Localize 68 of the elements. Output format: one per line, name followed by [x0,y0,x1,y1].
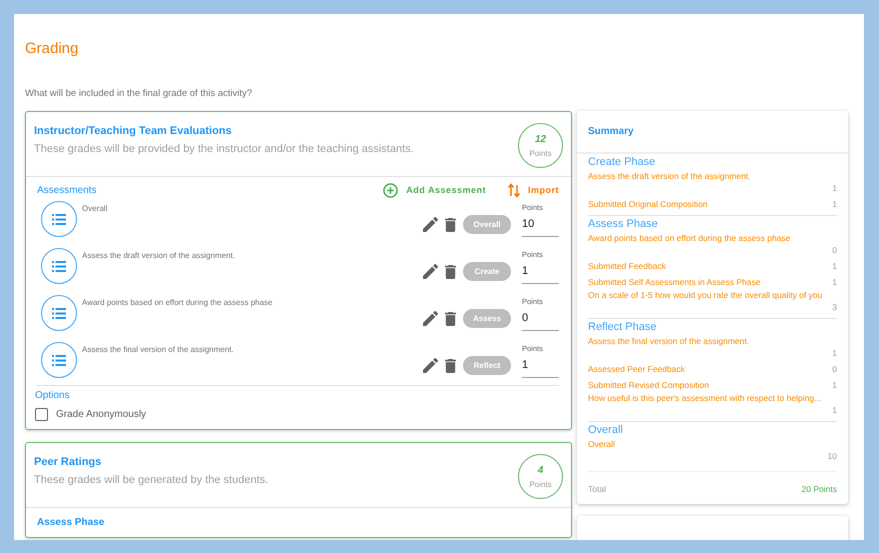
trash-icon[interactable] [445,264,456,278]
phase-chip[interactable]: Overall [463,215,511,234]
summary-title: Summary [588,126,635,137]
summary-item: Overall [588,439,616,449]
list-icon [52,308,66,318]
summary-item: Assessed Peer Feedback [588,364,685,374]
total-value: 20 Points [802,484,837,494]
points-label: Points [529,480,552,488]
section-description: These grades will be provided by the instructor and/or the teaching assistants. [34,143,415,155]
summary-value: 3 [831,302,837,312]
summary-item: Assess the final version of the assignment. [588,336,750,346]
summary-value: 1 [831,183,837,193]
trash-icon[interactable] [445,358,456,372]
summary-value: 1 [832,261,837,271]
summary-item: Submitted Original Composition [588,199,708,209]
assessment-description: Award points based on effort during the assess phase [81,297,274,307]
options-heading: Options [35,390,70,401]
summary-item: Award points based on effort during the assess phase [588,233,792,243]
question-text: What will be included in the final grade of this activity? [25,88,254,99]
summary-value: 1 [832,380,837,390]
summary-item: Assess the draft version of the assignment. [588,171,752,181]
add-circle-icon[interactable] [383,182,398,198]
phase-title: Overall [588,424,624,436]
assessment-description: Assess the draft version of the assignment. [81,250,236,260]
summary-value: 1 [832,199,837,209]
page-title: Grading [25,40,80,57]
pencil-icon[interactable] [423,217,438,232]
summary-value: 0 [832,364,837,374]
points-value: 12 [534,134,546,144]
pencil-icon[interactable] [423,358,438,373]
summary-item: Submitted Feedback [588,261,666,271]
pencil-icon[interactable] [423,264,438,279]
section-title: Instructor/Teaching Team Evaluations [34,125,233,137]
swap-arrows-icon[interactable] [508,182,520,198]
phase-title: Reflect Phase [588,321,658,333]
import-button[interactable]: Import [498,182,559,198]
add-assessment-button[interactable]: Add Assessment [373,182,486,198]
assessment-description: Overall [81,203,108,213]
checkbox-label: Grade Anonymously [56,409,146,420]
summary-value: 0 [831,245,837,255]
list-icon [52,354,66,366]
summary-value: 1 [831,405,837,415]
summary-item: Submitted Revised Composition [588,380,709,390]
points-value: 4 [538,464,544,476]
assessment-description: Assess the final version of the assignment. [81,344,235,354]
phase-chip[interactable]: Reflect [463,356,511,375]
points-label: Points [529,148,552,158]
summary-value: 1 [831,348,837,358]
phase-title: Assess Phase [588,218,659,230]
phase-title: Create Phase [588,156,656,168]
list-icon [52,260,66,272]
assessments-heading: Assessments [37,184,98,196]
phase-heading: Assess Phase [36,516,106,530]
total-label: Total [588,484,606,494]
phase-chip[interactable]: Assess [463,309,511,328]
summary-item: How useful is this peer's assessment with respect to helping... [588,393,822,403]
trash-icon[interactable] [445,312,456,326]
summary-value: 10 [826,451,837,461]
pencil-icon[interactable] [423,311,438,326]
summary-item: On a scale of 1-5 how would you rate the overall quality of you [588,290,824,300]
summary-value: 1 [832,277,837,287]
phase-chip[interactable]: Create [463,262,511,281]
checkbox[interactable] [35,408,48,421]
summary-item: Submitted Self Assessments in Assess Phase [588,277,760,287]
section-description: These grades will be generated by the students. [34,474,270,486]
trash-icon[interactable] [445,218,456,232]
list-icon [52,214,66,224]
section-title: Peer Ratings [34,456,102,468]
